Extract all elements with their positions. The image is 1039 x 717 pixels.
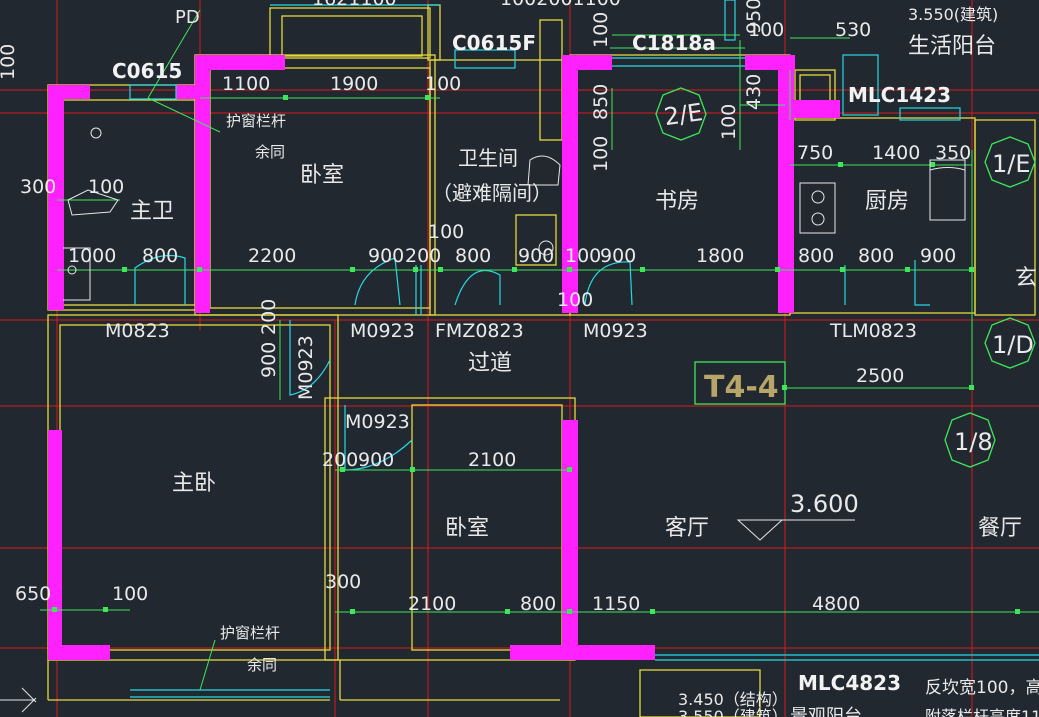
dim-100j: 100 <box>557 289 593 311</box>
dim-800e: 800 <box>520 593 556 615</box>
room-study: 书房 <box>655 189 699 214</box>
room-corridor: 过道 <box>468 351 512 376</box>
note-rail-top: 护窗栏杆 <box>226 112 286 130</box>
dim-200b: 200 <box>322 449 358 471</box>
note-elev-top: 3.550(建筑) <box>908 5 998 24</box>
room-dining: 餐厅 <box>978 516 1022 541</box>
structural-walls <box>48 55 840 660</box>
room-living: 客厅 <box>665 516 709 541</box>
dim-2200: 2200 <box>248 245 296 267</box>
room-kitchen: 厨房 <box>865 189 909 214</box>
dim-100i: 100 <box>565 245 601 267</box>
note-elev-bottom2: 3.550（建筑） <box>678 707 788 717</box>
room-master-bath: 主卫 <box>130 199 174 224</box>
dim-100f: 100 <box>88 176 124 198</box>
dim-800b: 800 <box>455 245 491 267</box>
dim-100-left: 100 <box>0 44 19 80</box>
elevation-marker <box>736 519 784 541</box>
dim-100c: 100 <box>590 136 612 172</box>
room-refuge: （避难隔间） <box>432 181 552 205</box>
label-pd: PD <box>175 7 200 28</box>
dim-300b: 300 <box>325 571 361 593</box>
room-bedroom-top: 卧室 <box>300 163 344 188</box>
dim-950: 950 <box>743 0 765 34</box>
dim-800c: 800 <box>798 245 834 267</box>
dim-top-cut: 1621100 <box>312 0 397 10</box>
room-entry: 玄 <box>1015 266 1037 291</box>
dim-530: 530 <box>835 19 871 41</box>
dim-2500: 2500 <box>856 365 904 387</box>
dim-300: 300 <box>20 176 56 198</box>
dim-2100b: 2100 <box>408 593 456 615</box>
dim-100k: 100 <box>112 583 148 605</box>
axis-label-18: 1/8 <box>954 428 993 456</box>
dim-1400: 1400 <box>872 142 920 164</box>
label-m0923-a: M0923 <box>350 320 415 342</box>
dim-1150: 1150 <box>592 593 640 615</box>
dim-900e: 900 <box>358 449 394 471</box>
dim-2100a: 2100 <box>468 449 516 471</box>
room-living-balcony: 生活阳台 <box>908 34 996 59</box>
floor-plan: 卧室 主卫 卫生间 （避难隔间） 书房 厨房 生活阳台 过道 主卧 卧室 客厅 … <box>0 0 1039 717</box>
axis-label-1e: 1/E <box>992 150 1031 178</box>
label-mlc1423: MLC1423 <box>848 83 951 107</box>
dim-650: 650 <box>15 583 51 605</box>
label-m0923-vertical: M0923 <box>295 335 317 400</box>
dim-1100: 1100 <box>222 73 270 95</box>
dim-100e: 100 <box>718 104 740 140</box>
dim-350: 350 <box>935 142 971 164</box>
tag-t4-4: T4-4 <box>704 370 779 405</box>
dim-800d: 800 <box>858 245 894 267</box>
dim-900a: 900 <box>368 245 404 267</box>
dim-430: 430 <box>743 74 765 110</box>
note-bottom: 反坎宽100，高20 <box>925 678 1039 698</box>
label-mlc4823: MLC4823 <box>798 671 901 695</box>
dim-900c: 900 <box>600 245 636 267</box>
dim-1000: 1000 <box>68 245 116 267</box>
dim-900v: 900 <box>258 342 280 378</box>
dim-800a: 800 <box>142 245 178 267</box>
label-c1818a: C1818a <box>632 31 716 55</box>
note-bottom2: 附落栏杆高度1100 <box>925 707 1039 717</box>
dim-4800: 4800 <box>812 593 860 615</box>
ucs-icon <box>0 687 37 713</box>
elev-living: 3.600 <box>790 490 859 518</box>
label-m0923-b: M0923 <box>583 320 648 342</box>
note-rail-bottom: 护窗栏杆 <box>220 624 280 642</box>
dim-100b: 100 <box>590 12 612 48</box>
dim-1900: 1900 <box>330 73 378 95</box>
dim-750: 750 <box>797 142 833 164</box>
room-master-bedroom: 主卧 <box>172 471 216 496</box>
room-bathroom: 卫生间 <box>458 146 518 170</box>
axis-label-2e: 2/E <box>662 98 704 131</box>
label-c0615: C0615 <box>112 59 182 83</box>
label-fmz0823: FMZ0823 <box>435 320 524 342</box>
label-c0615f: C0615F <box>452 31 536 55</box>
dim-850: 850 <box>590 84 612 120</box>
label-tlm0823: TLM0823 <box>829 320 917 342</box>
note-rail-top-sub: 余同 <box>255 143 285 161</box>
label-m0923-c: M0923 <box>345 411 410 433</box>
dim-200: 200 <box>405 245 441 267</box>
dim-900d: 900 <box>920 245 956 267</box>
label-m0823: M0823 <box>105 320 170 342</box>
axis-label-1d: 1/D <box>992 331 1034 359</box>
dim-100a: 100 <box>425 73 461 95</box>
dim-200v: 200 <box>258 299 280 335</box>
dim-1800: 1800 <box>696 245 744 267</box>
dim-top-cut2: 1002001100 <box>500 0 621 10</box>
note-rail-bottom-sub: 余同 <box>247 656 277 674</box>
note-bottom-balcony: 景观阳台 <box>790 706 862 717</box>
room-bedroom-bottom: 卧室 <box>445 516 489 541</box>
dim-100g: 100 <box>428 221 464 243</box>
dim-900b: 900 <box>518 245 554 267</box>
